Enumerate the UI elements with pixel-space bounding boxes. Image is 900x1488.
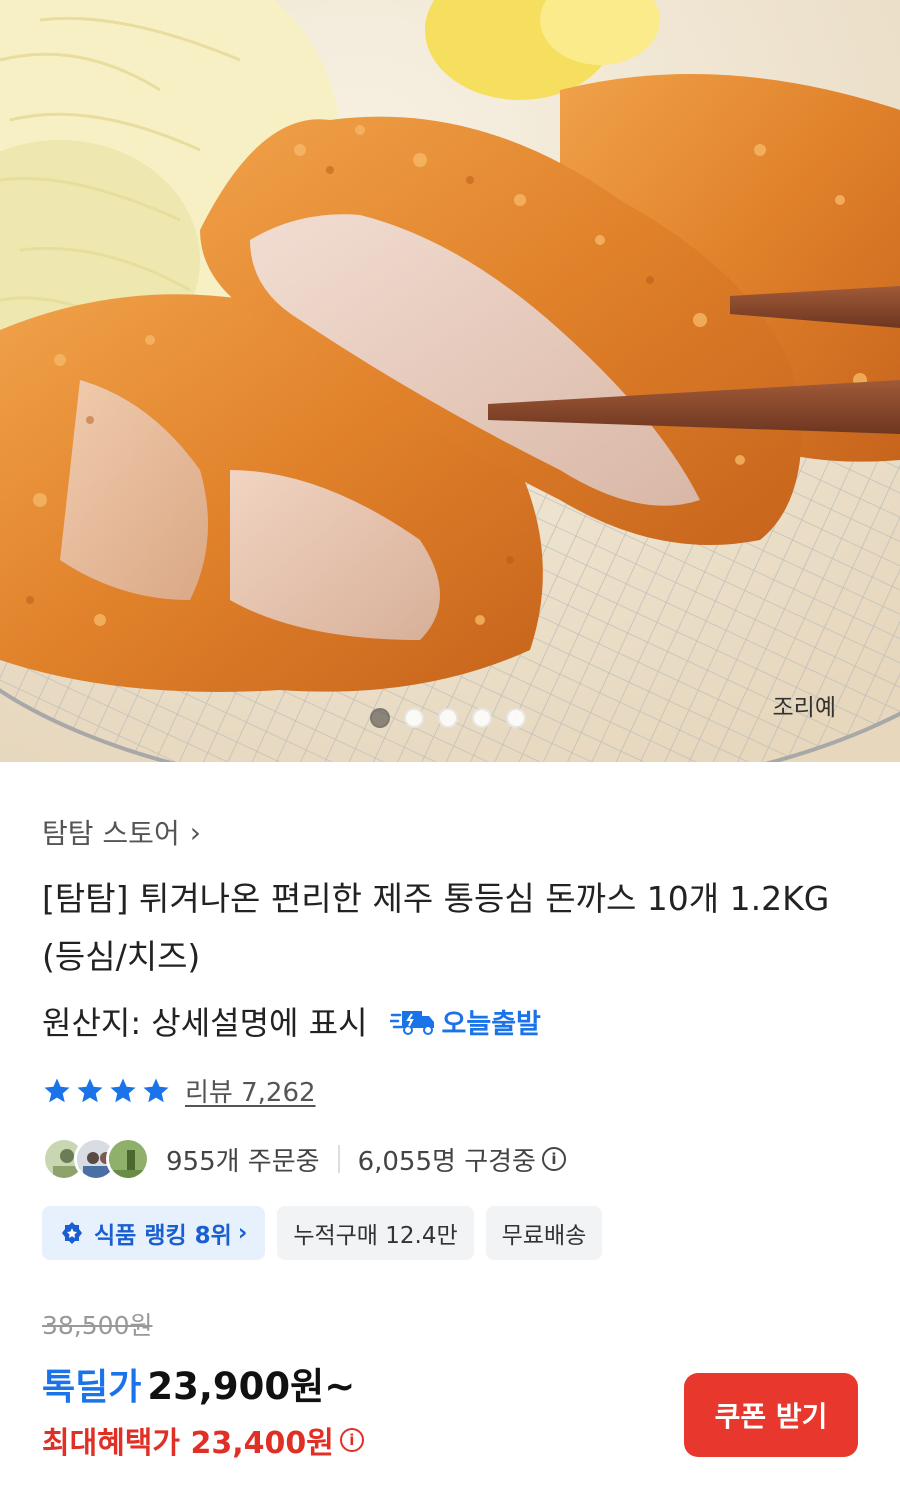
ranking-label: 식품 랭킹 8위 bbox=[94, 1223, 232, 1249]
store-link[interactable]: 탐탐 스토어 › bbox=[42, 812, 201, 852]
carousel-dot[interactable] bbox=[370, 708, 390, 728]
product-image-carousel[interactable]: 조리예 bbox=[0, 0, 900, 762]
badge-icon bbox=[62, 1222, 82, 1244]
carousel-dot[interactable] bbox=[404, 708, 424, 728]
deal-price: 23,900원~ bbox=[147, 1365, 356, 1408]
divider bbox=[337, 1145, 340, 1173]
browsing-count: 6,055명 구경중 bbox=[357, 1146, 536, 1177]
cumulative-purchase-chip: 누적구매 12.4만 bbox=[277, 1206, 474, 1260]
carousel-dot[interactable] bbox=[472, 708, 492, 728]
today-shipping-label: 오늘출발 bbox=[441, 1008, 541, 1040]
star-icon bbox=[143, 1078, 169, 1102]
store-name: 탐탐 스토어 bbox=[42, 817, 180, 850]
original-price: 38,500원 bbox=[42, 1311, 153, 1340]
product-title: [탐탐] 튀겨나온 편리한 제주 통등심 돈까스 10개 1.2KG (등심/치… bbox=[42, 879, 830, 976]
ranking-chip[interactable]: 식품 랭킹 8위 › bbox=[42, 1206, 266, 1260]
ordering-count: 955개 주문중 bbox=[166, 1146, 320, 1177]
chevron-right-icon: › bbox=[237, 1220, 248, 1246]
buyer-avatars bbox=[42, 1137, 150, 1181]
free-shipping-chip: 무료배송 bbox=[485, 1206, 603, 1260]
carousel-dots[interactable] bbox=[370, 708, 526, 728]
star-icon bbox=[44, 1078, 70, 1102]
origin-text: 원산지: 상세설명에 표시 bbox=[42, 1004, 368, 1042]
delivery-truck-icon bbox=[389, 1011, 434, 1035]
review-count-link[interactable]: 리뷰 7,262 bbox=[185, 1072, 316, 1109]
info-icon[interactable]: i bbox=[339, 1428, 364, 1452]
star-icon bbox=[110, 1078, 136, 1102]
today-shipping-badge: 오늘출발 bbox=[389, 1002, 541, 1041]
carousel-dot[interactable] bbox=[438, 708, 458, 728]
info-icon[interactable]: i bbox=[541, 1147, 566, 1171]
get-coupon-button[interactable]: 쿠폰 받기 bbox=[684, 1373, 858, 1457]
max-benefit-price: 최대혜택가 23,400원 bbox=[42, 1426, 334, 1461]
star-rating bbox=[42, 1076, 171, 1106]
social-proof-row: 955개 주문중 6,055명 구경중 i bbox=[42, 1134, 566, 1184]
origin-row: 원산지: 상세설명에 표시 오늘출발 bbox=[42, 996, 541, 1046]
chevron-right-icon: › bbox=[189, 815, 201, 849]
deal-price-row: 톡딜가 23,900원~ bbox=[42, 1356, 355, 1410]
deal-label: 톡딜가 bbox=[42, 1367, 142, 1408]
carousel-dot[interactable] bbox=[506, 708, 526, 728]
image-caption: 조리예 bbox=[772, 695, 836, 721]
social-text: 955개 주문중 6,055명 구경중 i bbox=[166, 1141, 566, 1178]
star-icon bbox=[77, 1078, 103, 1102]
avatar bbox=[106, 1137, 150, 1181]
tonkatsu-photo bbox=[0, 0, 900, 762]
max-benefit-row: 최대혜택가 23,400원 i bbox=[42, 1418, 364, 1462]
product-chips: 식품 랭킹 8위 › 누적구매 12.4만 무료배송 bbox=[42, 1206, 603, 1260]
rating-row[interactable]: 리뷰 7,262 bbox=[42, 1072, 316, 1109]
